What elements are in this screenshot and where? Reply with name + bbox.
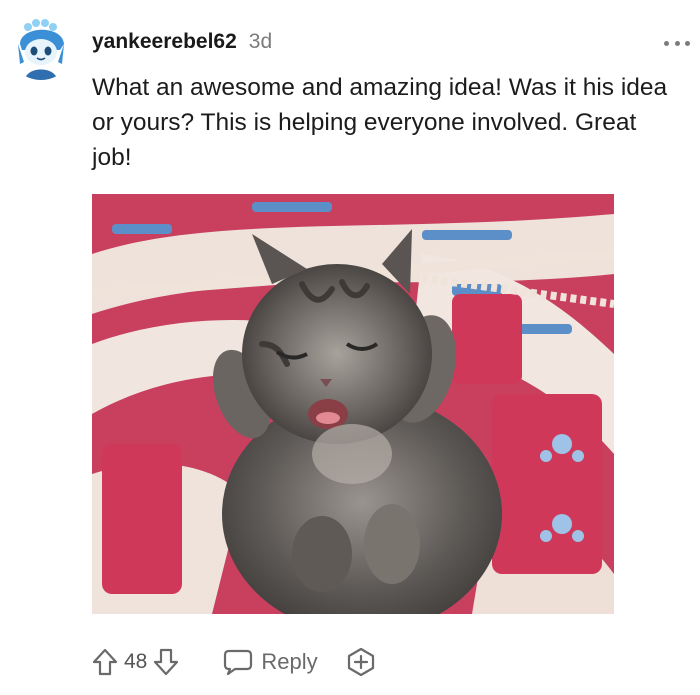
arrow-up-icon (92, 648, 118, 676)
username[interactable]: yankeerebel62 (92, 30, 237, 54)
ellipsis-icon (664, 40, 669, 46)
award-plus-icon (347, 647, 374, 677)
comment-actions: 48 Reply (92, 640, 376, 684)
arrow-down-icon (154, 648, 179, 676)
speech-bubble-icon (224, 649, 253, 676)
ellipsis-icon (685, 40, 690, 46)
comment-media-image[interactable] (92, 194, 614, 614)
ellipsis-icon (674, 40, 680, 46)
avatar[interactable] (8, 14, 74, 80)
kitten-image (92, 194, 614, 614)
more-options-button[interactable] (664, 38, 690, 48)
downvote-button[interactable] (153, 648, 179, 676)
avatar-image (8, 14, 74, 80)
reply-button[interactable]: Reply (223, 648, 318, 676)
vote-score: 48 (124, 650, 148, 673)
comment-header: yankeerebel62 3d (92, 30, 272, 60)
upvote-button[interactable] (92, 648, 118, 676)
reply-label: Reply (261, 649, 318, 674)
comment: yankeerebel62 3d What an awesome and ama… (0, 0, 700, 695)
award-button[interactable] (346, 647, 376, 677)
timestamp: 3d (248, 30, 273, 53)
comment-body: What an awesome and amazing idea! Was it… (92, 74, 668, 171)
